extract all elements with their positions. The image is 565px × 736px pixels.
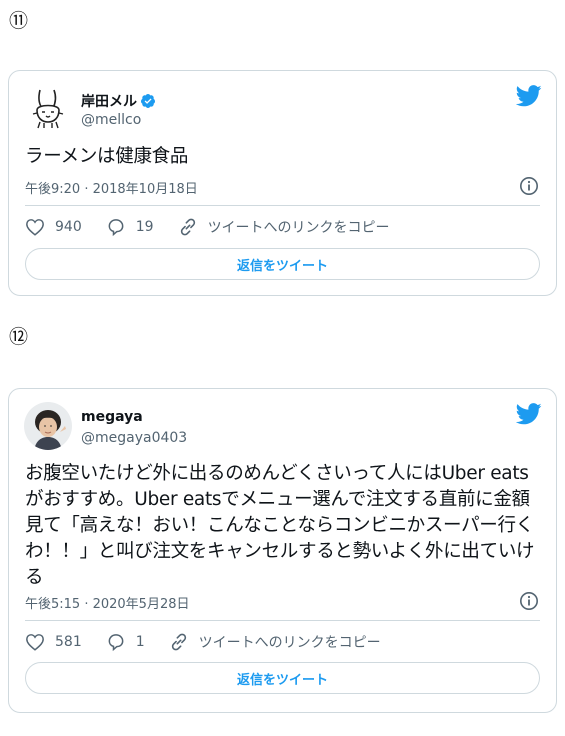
section-number-12: ⑫: [9, 326, 29, 348]
display-name-text: 岸田メル: [81, 94, 137, 110]
reply-tweet-button[interactable]: 返信をツイート: [25, 248, 540, 280]
like-count: 581: [55, 634, 82, 650]
reply-tweet-button[interactable]: 返信をツイート: [25, 662, 540, 694]
section-number-11: ⑪: [9, 10, 29, 32]
avatar[interactable]: [24, 84, 72, 132]
reply-count: 1: [135, 634, 145, 650]
link-icon: [171, 633, 186, 651]
heart-icon: [26, 634, 44, 651]
divider: [25, 620, 540, 621]
reply-icon: [108, 634, 124, 652]
like-button[interactable]: 581: [25, 633, 82, 651]
info-icon[interactable]: [519, 176, 539, 196]
link-icon: [180, 218, 195, 236]
user-handle[interactable]: @mellco: [81, 112, 141, 128]
timestamp[interactable]: 午後5:15 · 2020年5月28日: [25, 593, 190, 612]
tweet-text: ラーメンは健康食品: [25, 146, 189, 167]
tweet-actions: 581 1 ツイートへのリンクをコピー: [25, 632, 540, 652]
user-photo-avatar-icon: [24, 402, 72, 450]
copy-link-label: ツイートへのリンクをコピー: [207, 220, 390, 236]
display-name[interactable]: 岸田メル: [81, 91, 156, 111]
copy-link-button[interactable]: ツイートへのリンクをコピー: [169, 632, 381, 652]
timestamp[interactable]: 午後9:20 · 2018年10月18日: [25, 178, 198, 197]
twitter-bird-icon[interactable]: [516, 85, 542, 107]
tweet-text: お腹空いたけど外に出るのめんどくさいって人にはUber eatsがおすすめ。Ub…: [25, 463, 535, 588]
divider: [25, 205, 540, 206]
reply-action[interactable]: 1: [106, 632, 145, 652]
rabbit-avatar-icon: [24, 84, 72, 132]
reply-count: 19: [135, 219, 154, 235]
user-handle[interactable]: @megaya0403: [81, 430, 187, 446]
reply-action[interactable]: 19: [106, 217, 154, 237]
avatar[interactable]: [24, 402, 72, 450]
tweet-actions: 940 19 ツイートへのリンクをコピー: [25, 217, 540, 237]
tweet-card-2: megaya @megaya0403 お腹空いたけど外に出るのめんどくさいって人…: [8, 388, 557, 713]
twitter-bird-icon[interactable]: [516, 403, 542, 425]
display-name[interactable]: megaya: [81, 409, 143, 425]
display-name-text: megaya: [81, 409, 143, 425]
heart-icon: [26, 219, 44, 236]
like-count: 940: [55, 219, 82, 235]
copy-link-label: ツイートへのリンクをコピー: [198, 635, 381, 651]
tweet-card-1: 岸田メル @mellco ラーメンは健康食品 午後9:20 · 2018年10月…: [8, 70, 557, 296]
reply-icon: [108, 219, 124, 237]
like-button[interactable]: 940: [25, 218, 82, 236]
info-icon[interactable]: [519, 591, 539, 611]
verified-badge-icon: [141, 94, 155, 108]
copy-link-button[interactable]: ツイートへのリンクをコピー: [178, 217, 390, 237]
